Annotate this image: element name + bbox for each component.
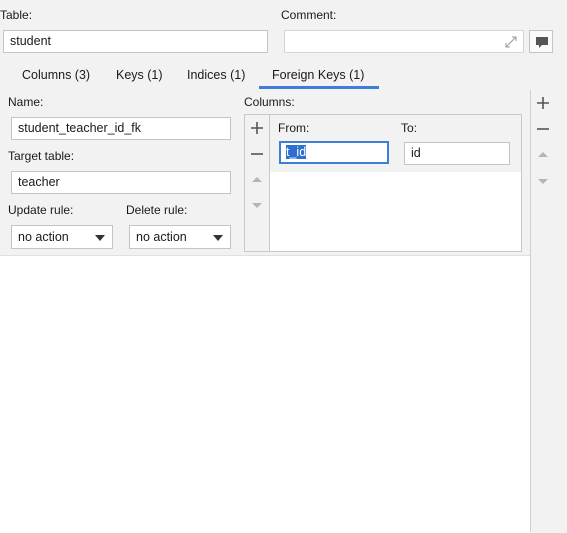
update-rule-value: no action (18, 230, 69, 244)
delete-rule-label: Delete rule: (126, 203, 188, 217)
move-up-icon[interactable] (249, 172, 265, 188)
target-table-label: Target table: (8, 149, 75, 163)
expand-icon[interactable] (504, 35, 518, 49)
from-label: From: (278, 121, 310, 135)
target-table-input[interactable]: teacher (11, 171, 231, 194)
to-label: To: (401, 121, 418, 135)
chevron-down-icon (95, 235, 105, 241)
fk-name-label: Name: (8, 95, 44, 109)
tab-keys[interactable]: Keys (1) (116, 68, 163, 82)
comment-input[interactable] (284, 30, 524, 53)
tab-columns[interactable]: Columns (3) (22, 68, 90, 82)
to-column-input[interactable]: id (404, 142, 510, 165)
comment-editor-button[interactable] (529, 30, 553, 53)
move-up-icon[interactable] (535, 147, 551, 163)
table-label: Table: (0, 8, 33, 22)
update-rule-label: Update rule: (8, 203, 74, 217)
move-down-icon[interactable] (249, 197, 265, 213)
update-rule-select[interactable]: no action (11, 225, 113, 249)
delete-rule-select[interactable]: no action (129, 225, 231, 249)
side-divider (530, 90, 531, 532)
move-down-icon[interactable] (535, 173, 551, 189)
table-name-input[interactable]: student (3, 30, 268, 53)
tab-foreign-keys[interactable]: Foreign Keys (1) (272, 68, 364, 82)
fk-name-input[interactable]: student_teacher_id_fk (11, 117, 231, 140)
chevron-down-icon (213, 235, 223, 241)
columns-mapping-empty-area (270, 172, 521, 251)
tab-indices[interactable]: Indices (1) (187, 68, 245, 82)
comment-icon (536, 37, 548, 48)
columns-label: Columns: (244, 95, 295, 109)
comment-label: Comment: (281, 8, 337, 22)
delete-rule-value: no action (136, 230, 187, 244)
from-column-input[interactable]: t_id (279, 141, 389, 164)
remove-column-icon[interactable] (249, 146, 265, 162)
active-tab-indicator (259, 86, 379, 89)
add-foreign-key-icon[interactable] (535, 95, 551, 111)
from-column-value: t_id (286, 145, 307, 159)
remove-foreign-key-icon[interactable] (535, 121, 551, 137)
foreign-keys-list-area (0, 255, 530, 533)
add-column-icon[interactable] (249, 120, 265, 136)
